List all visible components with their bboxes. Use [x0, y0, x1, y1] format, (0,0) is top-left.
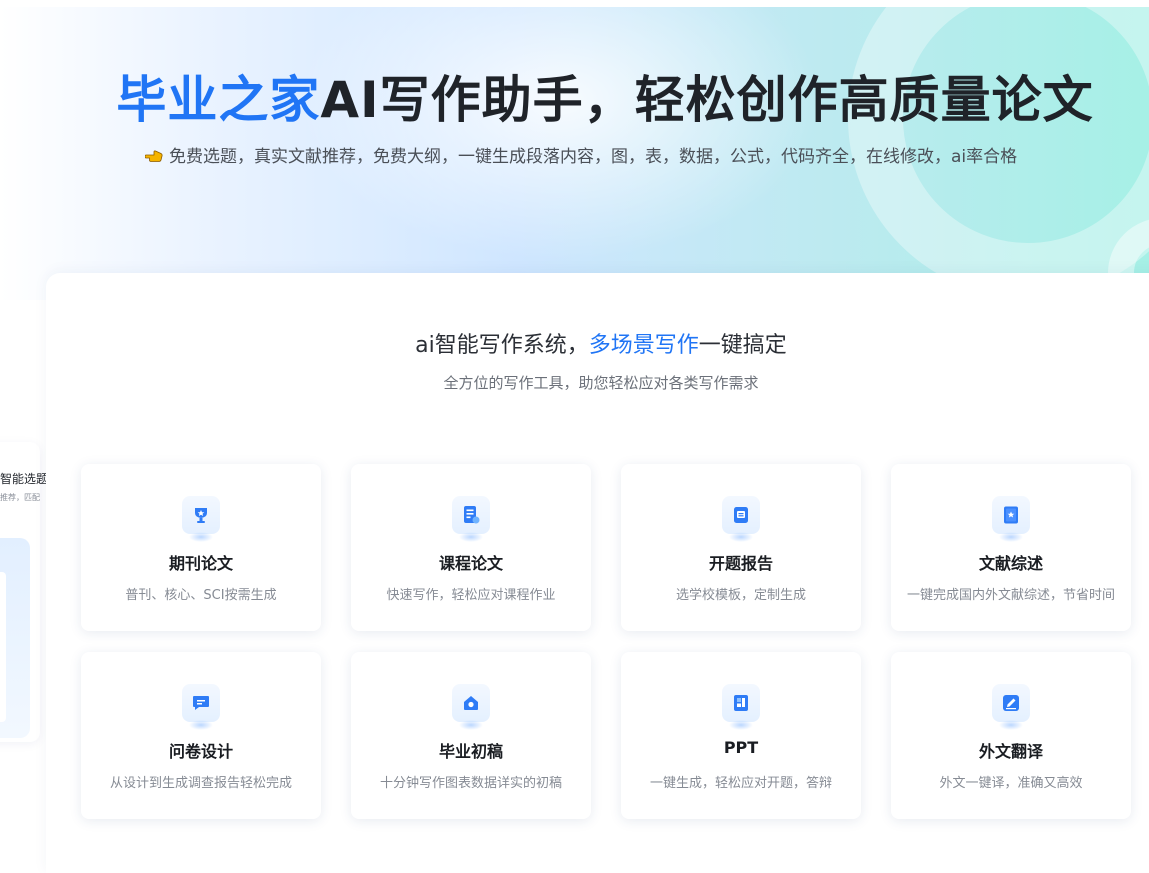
section-subtitle: 全方位的写作工具，助您轻松应对各类写作需求: [443, 374, 759, 392]
presentation-icon: [722, 684, 760, 730]
card-description: 快速写作，轻松应对课程作业: [386, 588, 556, 603]
card-description: 从设计到生成调查报告轻松完成: [109, 776, 292, 791]
card-proposal-report[interactable]: 开题报告 选学校模板，定制生成: [621, 464, 861, 631]
side-panel-subtitle: 推荐，匹配: [0, 493, 40, 502]
side-panel-partial: 智能选题 推荐，匹配: [0, 442, 48, 742]
card-foreign-translation[interactable]: 外文翻译 外文一键译，准确又高效: [891, 652, 1131, 819]
card-title: PPT: [723, 738, 759, 757]
pen-icon: [992, 684, 1030, 730]
hero-title-text: AI写作助手，轻松创作高质量论文: [320, 71, 1094, 129]
hero-subtitle: 免费选题，真实文献推荐，免费大纲，一键生成段落内容，图，表，数据，公式，代码齐全…: [144, 142, 1018, 167]
card-title: 课程论文: [438, 554, 503, 573]
chat-icon: [182, 684, 220, 730]
pointing-hand-icon: [144, 148, 163, 162]
card-title: 文献综述: [978, 554, 1043, 573]
card-title: 问卷设计: [168, 742, 233, 761]
graduation-icon: [452, 684, 490, 730]
section-title-pre: ai智能写作系统，: [415, 333, 589, 358]
document-icon: [452, 496, 490, 542]
card-journal-paper[interactable]: 期刊论文 普刊、核心、SCI按需生成: [81, 464, 321, 631]
hero-banner: 毕业之家AI写作助手，轻松创作高质量论文 免费选题，真实文献推荐，免费大纲，一键…: [0, 0, 1149, 300]
section-title-post: 一键搞定: [698, 333, 787, 358]
trophy-icon: [182, 496, 220, 542]
card-title: 毕业初稿: [438, 742, 503, 761]
section-title-highlight: 多场景写作: [588, 333, 699, 358]
card-title: 开题报告: [708, 554, 773, 573]
card-title: 外文翻译: [978, 742, 1043, 761]
card-description: 一键完成国内外文献综述，节省时间: [906, 588, 1115, 603]
hero-title: 毕业之家AI写作助手，轻松创作高质量论文: [0, 60, 1149, 132]
card-ppt[interactable]: PPT 一键生成，轻松应对开题，答辩: [621, 652, 861, 819]
card-description: 普刊、核心、SCI按需生成: [125, 588, 277, 603]
side-panel-preview-inner: [0, 572, 6, 722]
card-description: 十分钟写作图表数据详实的初稿: [379, 776, 562, 791]
hero-title-brand: 毕业之家: [116, 71, 321, 129]
card-description: 外文一键译，准确又高效: [939, 776, 1083, 791]
card-literature-review[interactable]: 文献综述 一键完成国内外文献综述，节省时间: [891, 464, 1131, 631]
card-course-paper[interactable]: 课程论文 快速写作，轻松应对课程作业: [351, 464, 591, 631]
card-title: 期刊论文: [168, 554, 233, 573]
card-questionnaire-design[interactable]: 问卷设计 从设计到生成调查报告轻松完成: [81, 652, 321, 819]
card-description: 一键生成，轻松应对开题，答辩: [649, 776, 832, 791]
side-panel-title: 智能选题: [0, 472, 49, 486]
hero-subtitle-text: 免费选题，真实文献推荐，免费大纲，一键生成段落内容，图，表，数据，公式，代码齐全…: [169, 147, 1018, 167]
book-star-icon: [992, 496, 1030, 542]
clipboard-icon: [722, 496, 760, 542]
section-title: ai智能写作系统，多场景写作一键搞定: [46, 327, 1149, 359]
card-description: 选学校模板，定制生成: [675, 588, 806, 603]
card-graduation-draft[interactable]: 毕业初稿 十分钟写作图表数据详实的初稿: [351, 652, 591, 819]
